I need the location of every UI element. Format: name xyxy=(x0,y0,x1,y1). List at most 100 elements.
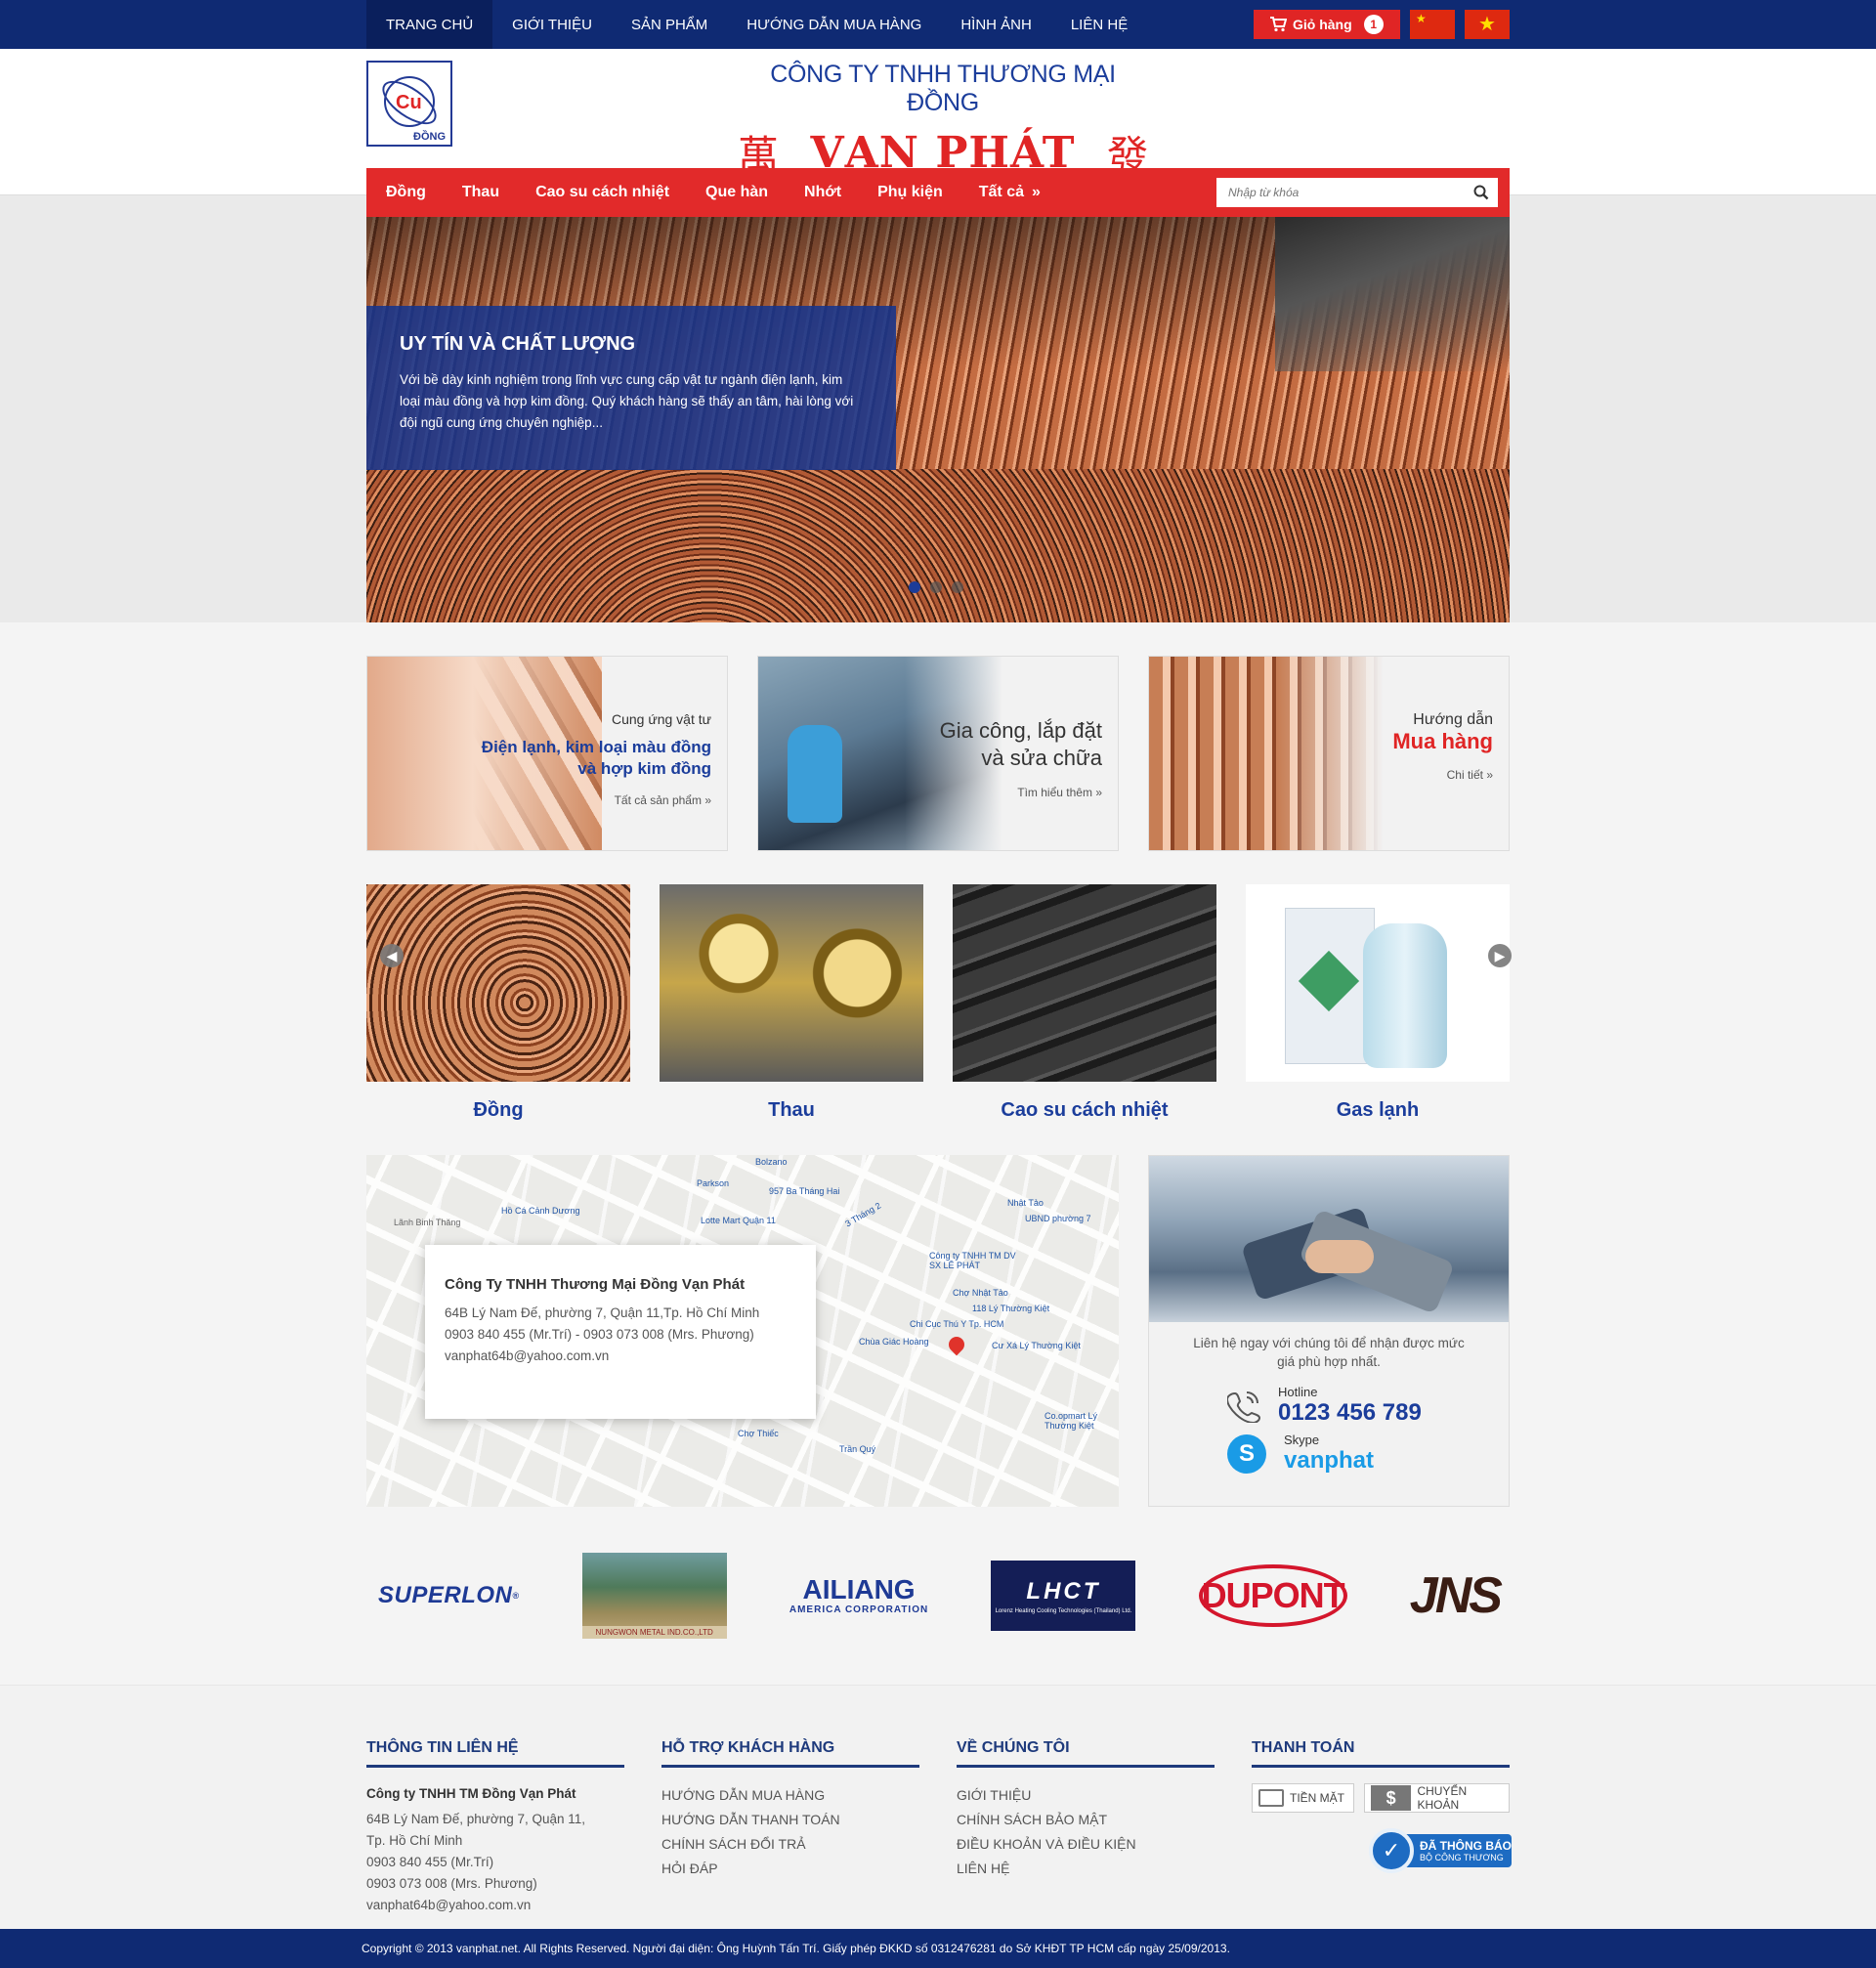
product-name: Đồng xyxy=(473,1099,524,1121)
promo-line2: và sửa chữa xyxy=(981,746,1102,770)
nav-about[interactable]: GIỚI THIỆU xyxy=(492,0,612,49)
promo-line2: và hợp kim đồng xyxy=(577,759,711,778)
payment-cash: TIỀN MẶT xyxy=(1252,1783,1354,1813)
footer-link[interactable]: GIỚI THIỆU xyxy=(957,1783,1215,1808)
flag-chinese-icon[interactable]: ★ xyxy=(1410,10,1455,39)
cat-oil[interactable]: Nhớt xyxy=(785,168,858,217)
skype-label: Skype xyxy=(1284,1433,1320,1447)
product-item[interactable]: Thau xyxy=(660,884,923,1122)
skype-id[interactable]: vanphat xyxy=(1284,1447,1374,1475)
footer-link[interactable]: HỎI ĐÁP xyxy=(661,1857,919,1881)
hotline-row: Hotline 0123 456 789 xyxy=(1227,1385,1509,1427)
promo-installation[interactable]: Gia công, lắp đặt và sửa chữa Tìm hiểu t… xyxy=(757,656,1119,851)
handshake-image xyxy=(1149,1156,1509,1322)
cat-brass[interactable]: Thau xyxy=(443,168,516,217)
cat-insulation-rubber[interactable]: Cao su cách nhiệt xyxy=(516,168,686,217)
jns-logo[interactable]: JNS xyxy=(1410,1566,1503,1625)
carousel-next-icon[interactable]: ▶ xyxy=(1488,944,1512,967)
ministry-registered-badge[interactable]: ✓ ĐÃ THÔNG BÁO BỘ CÔNG THƯƠNG xyxy=(1369,1828,1512,1873)
promo-more-link[interactable]: Tìm hiểu thêm xyxy=(1017,786,1092,799)
map-label: Chợ Nhật Tảo xyxy=(953,1288,1008,1298)
flag-vietnamese-icon[interactable]: ★ xyxy=(1465,10,1510,39)
slider-dot[interactable] xyxy=(952,581,963,593)
cart-button[interactable]: Giỏ hàng 1 xyxy=(1254,10,1400,39)
partner-logos: SUPERLON ® NUNGWON METAL IND.CO.,LTD AILI… xyxy=(0,1507,1876,1685)
refrigerant-gas-image xyxy=(1246,884,1510,1082)
footer-link[interactable]: CHÍNH SÁCH BẢO MẬT xyxy=(957,1808,1215,1832)
promo-small: Hướng dẫn xyxy=(1413,711,1493,728)
promo-more-link[interactable]: Chi tiết xyxy=(1447,768,1483,782)
carousel-prev-icon[interactable]: ◀ xyxy=(380,944,404,967)
promo-line1: Điện lạnh, kim loại màu đồng xyxy=(481,738,711,756)
promo-buying-guide[interactable]: Hướng dẫn Mua hàng Chi tiết » xyxy=(1148,656,1510,851)
search-box xyxy=(1216,178,1498,207)
hero-slider: UY TÍN VÀ CHẤT LƯỢNG Với bề dày kinh ngh… xyxy=(0,195,1876,622)
footer-address: 64B Lý Nam Đế, phường 7, Quận 11, xyxy=(366,1812,586,1826)
lhct-logo[interactable]: LHCT Lorenz Heating Cooling Technologies … xyxy=(991,1561,1136,1631)
double-chevron-right-icon: » xyxy=(1486,768,1493,782)
map-label: 957 Ba Tháng Hai xyxy=(769,1186,840,1196)
promo-more-link[interactable]: Tất cả sản phẩm xyxy=(615,793,702,807)
product-carousel: ◀ Đồng Thau Cao su cách nhiệt Gas lạnh ▶ xyxy=(0,851,1876,1141)
logo-text: Cu xyxy=(396,92,422,113)
slider-dot[interactable] xyxy=(930,581,942,593)
map-email: vanphat64b@yahoo.com.vn xyxy=(445,1348,610,1363)
product-item[interactable]: Cao su cách nhiệt xyxy=(953,884,1216,1122)
promo-supply[interactable]: Cung ứng vật tư Điện lạnh, kim loại màu … xyxy=(366,656,728,851)
map-phones: 0903 840 455 (Mr.Trí) - 0903 073 008 (Mr… xyxy=(445,1327,754,1342)
footer-link[interactable]: ĐIỀU KHOẢN VÀ ĐIỀU KIỆN xyxy=(957,1832,1215,1857)
slider-dots xyxy=(909,581,963,593)
superlon-logo[interactable]: SUPERLON ® xyxy=(378,1582,520,1609)
footer-link[interactable]: HƯỚNG DẪN MUA HÀNG xyxy=(661,1783,919,1808)
product-name: Gas lạnh xyxy=(1336,1099,1420,1121)
location-map[interactable]: Bolzano Parkson 957 Ba Tháng Hai Hồ Cá C… xyxy=(366,1155,1119,1507)
logo-subtext: ĐỒNG xyxy=(413,131,446,143)
map-label: Bolzano xyxy=(755,1157,788,1167)
footer-link[interactable]: CHÍNH SÁCH ĐỔI TRẢ xyxy=(661,1832,919,1857)
slide-copper-pipes: UY TÍN VÀ CHẤT LƯỢNG Với bề dày kinh ngh… xyxy=(366,215,1510,622)
cat-copper[interactable]: Đồng xyxy=(366,168,443,217)
nav-products[interactable]: SẢN PHẨM xyxy=(612,0,727,49)
payment-transfer: $ CHUYỂN KHOẢN xyxy=(1363,1783,1510,1813)
cat-welding-rod[interactable]: Que hàn xyxy=(686,168,785,217)
slide-caption: UY TÍN VÀ CHẤT LƯỢNG Với bề dày kinh ngh… xyxy=(366,306,896,470)
cat-all[interactable]: Tất cả» xyxy=(959,168,1057,217)
map-label: Lãnh Binh Thăng xyxy=(394,1218,461,1227)
slider-dot[interactable] xyxy=(909,581,920,593)
search-icon[interactable] xyxy=(1465,185,1498,200)
skype-icon[interactable]: S xyxy=(1227,1433,1266,1474)
transfer-dollar-icon: $ xyxy=(1370,1785,1412,1811)
site-logo[interactable]: Cu ĐỒNG xyxy=(366,61,452,147)
top-right: Giỏ hàng 1 ★ ★ xyxy=(1254,10,1510,39)
dupont-logo[interactable]: DUPONT xyxy=(1198,1564,1347,1627)
hotline-number[interactable]: 0123 456 789 xyxy=(1278,1399,1422,1427)
insulation-image xyxy=(953,884,1216,1082)
footer-link[interactable]: HƯỚNG DẪN THANH TOÁN xyxy=(661,1808,919,1832)
map-company-name: Công Ty TNHH Thương Mại Đồng Vạn Phát xyxy=(445,1276,746,1293)
nav-gallery[interactable]: HÌNH ẢNH xyxy=(941,0,1051,49)
product-item[interactable]: Gas lạnh xyxy=(1246,884,1510,1122)
slide-text: Với bề dày kinh nghiệm trong lĩnh vực cu… xyxy=(400,372,854,430)
cart-label: Giỏ hàng xyxy=(1293,17,1352,32)
map-label: 118 Lý Thường Kiệt xyxy=(972,1304,1050,1313)
promo-line1: Mua hàng xyxy=(1392,729,1493,753)
footer-email[interactable]: vanphat64b@yahoo.com.vn xyxy=(366,1895,624,1916)
product-item[interactable]: Đồng xyxy=(366,884,630,1122)
ailiang-logo[interactable]: AILIANG AMERICA CORPORATION xyxy=(789,1576,928,1615)
copper-image xyxy=(366,884,630,1082)
nav-home[interactable]: TRANG CHỦ xyxy=(366,0,493,49)
cart-count-badge: 1 xyxy=(1363,15,1384,34)
map-label: Parkson xyxy=(697,1178,730,1188)
footer-link[interactable]: LIÊN HỆ xyxy=(957,1857,1215,1881)
nav-contact[interactable]: LIÊN HỆ xyxy=(1051,0,1147,49)
cart-icon xyxy=(1270,17,1287,32)
search-input[interactable] xyxy=(1216,179,1465,206)
nungwon-logo[interactable]: NUNGWON METAL IND.CO.,LTD xyxy=(581,1553,727,1639)
footer-company: Công ty TNHH TM Đồng Vạn Phát xyxy=(366,1786,576,1801)
hotline-label: Hotline xyxy=(1278,1385,1318,1399)
footer-city: Tp. Hồ Chí Minh xyxy=(366,1833,463,1848)
nav-buying-guide[interactable]: HƯỚNG DẪN MUA HÀNG xyxy=(727,0,941,49)
cat-accessories[interactable]: Phụ kiện xyxy=(858,168,959,217)
copyright-bar: Copyright © 2013 vanphat.net. All Rights… xyxy=(0,1929,1876,1968)
footer-heading: THÔNG TIN LIÊN HỆ xyxy=(366,1739,624,1768)
